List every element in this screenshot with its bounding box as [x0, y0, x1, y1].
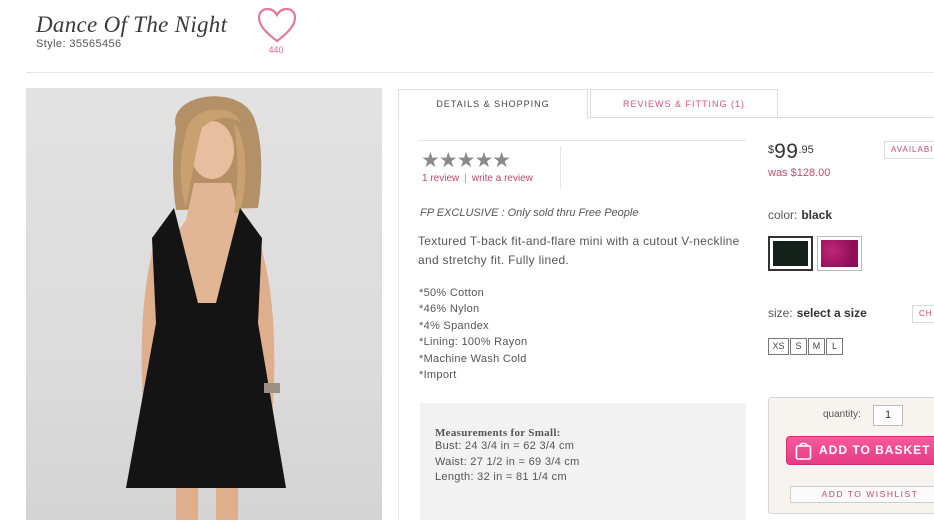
quantity-label: quantity: — [823, 409, 861, 420]
size-option-m[interactable]: M — [808, 338, 825, 355]
size-option-xs[interactable]: XS — [768, 338, 789, 355]
heart-outline-icon[interactable] — [256, 6, 298, 44]
spec-line: *Lining: 100% Rayon — [419, 336, 528, 349]
color-label: color: black — [768, 208, 832, 222]
model-illustration — [126, 96, 286, 520]
write-review-link[interactable]: write a review — [472, 173, 533, 184]
spec-line: *Import — [419, 369, 457, 382]
spec-line: *50% Cotton — [419, 287, 485, 299]
size-label: size: select a size — [768, 306, 867, 320]
spec-line: *4% Spandex — [419, 319, 489, 332]
tab-details-shopping[interactable]: DETAILS & SHOPPING — [398, 89, 588, 119]
was-price: was $128.00 — [768, 167, 831, 179]
tab-reviews-fitting[interactable]: REVIEWS & FITTING (1) — [590, 89, 778, 118]
price-cents: .95 — [798, 144, 814, 156]
color-swatch-magenta[interactable] — [817, 236, 862, 271]
product-description: Textured T-back fit-and-flare mini with … — [418, 234, 740, 267]
availability-badge[interactable]: AVAILABI — [884, 141, 934, 159]
size-label-text: size: — [768, 306, 793, 320]
review-count-link[interactable]: 1 review — [422, 173, 459, 184]
favorites-count: 440 — [268, 45, 284, 55]
price-currency: $ — [768, 144, 775, 156]
measurements-title: Measurements for Small: — [435, 427, 561, 439]
exclusive-note: FP EXCLUSIVE : Only sold thru Free Peopl… — [420, 207, 639, 219]
size-chart-button[interactable]: CH — [912, 305, 934, 323]
product-specs: *50% Cotton *46% Nylon *4% Spandex *Lini… — [419, 285, 527, 383]
color-label-text: color: — [768, 208, 798, 222]
selected-color: black — [801, 208, 833, 222]
product-title: Dance Of The Night — [36, 12, 228, 37]
rating-divider — [560, 146, 561, 188]
selected-size: select a size — [796, 306, 867, 320]
size-option-s[interactable]: S — [790, 338, 807, 355]
measurements-box: Measurements for Small: Bust: 24 3/4 in … — [420, 403, 746, 520]
review-separator: | — [464, 173, 467, 184]
details-divider — [418, 140, 746, 141]
measurement-line: Bust: 24 3/4 in = 62 3/4 cm — [435, 440, 575, 452]
measurement-line: Length: 32 in = 81 1/4 cm — [435, 471, 567, 483]
size-options: XS S M L — [768, 338, 843, 355]
add-to-wishlist-button[interactable]: ADD TO WISHLIST — [790, 486, 934, 503]
style-number: Style: 35565456 — [36, 38, 122, 50]
spec-line: *46% Nylon — [419, 303, 480, 316]
spec-line: *Machine Wash Cold — [419, 352, 527, 365]
star-rating: ★★★★★ — [421, 149, 511, 172]
price-dollars: 99 — [774, 140, 799, 163]
review-links: 1 review | write a review — [422, 173, 533, 184]
price: $99.95 — [768, 140, 814, 164]
color-swatch-black[interactable] — [768, 236, 813, 271]
shopping-bag-icon — [795, 442, 812, 460]
measurement-line: Waist: 27 1/2 in = 69 3/4 cm — [435, 455, 580, 468]
header-divider — [26, 72, 934, 73]
size-option-l[interactable]: L — [826, 338, 843, 355]
quantity-input[interactable]: 1 — [873, 405, 903, 426]
product-photo[interactable] — [26, 88, 382, 520]
